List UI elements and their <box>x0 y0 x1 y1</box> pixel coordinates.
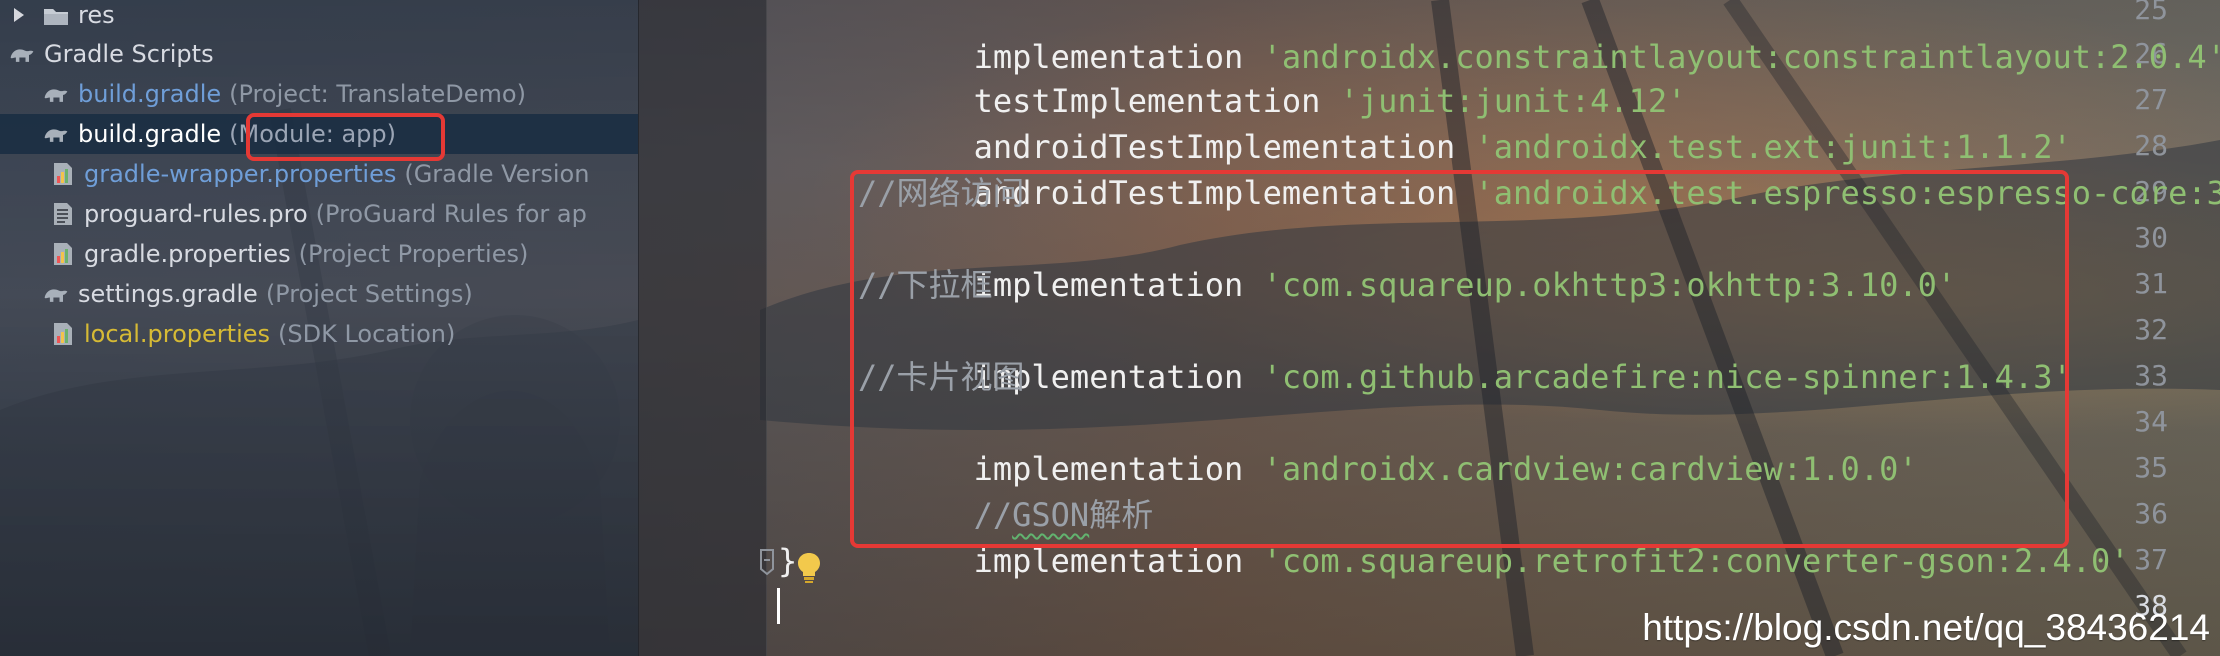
tree-item-gradle-wrapper-properties[interactable]: gradle-wrapper.properties (Gradle Versio… <box>0 154 638 194</box>
gradle-icon <box>44 89 68 102</box>
text-file-icon <box>54 203 72 225</box>
line-number: 32 <box>2134 313 2168 346</box>
line-number: 34 <box>2134 405 2168 438</box>
tree-item-label: local.properties <box>84 320 271 348</box>
lightbulb-icon[interactable] <box>795 550 823 584</box>
project-panel: res Gradle Scripts build.gradle (Project… <box>0 0 639 656</box>
line-number-gutter <box>638 0 767 656</box>
tree-item-hint: (Project Settings) <box>265 280 473 308</box>
tree-item-build-gradle-project[interactable]: build.gradle (Project: TranslateDemo) <box>0 74 638 114</box>
tree-item-label: gradle-wrapper.properties <box>84 160 397 188</box>
properties-file-icon <box>54 163 72 185</box>
expand-arrow-icon[interactable] <box>10 6 28 24</box>
tree-item-hint: (SDK Location) <box>278 320 456 348</box>
code-string: 'com.squareup.retrofit2:converter-gson:2… <box>1262 542 2130 580</box>
code-keyword: androidTestImplementation <box>973 174 1475 212</box>
line-number: 31 <box>2134 267 2168 300</box>
gradle-icon <box>44 129 68 142</box>
code-comment-line-29[interactable]: //网络访问 <box>858 170 1025 216</box>
tree-item-local-properties[interactable]: local.properties (SDK Location) <box>0 314 638 354</box>
tree-item-label: Gradle Scripts <box>44 40 214 68</box>
tree-item-label: settings.gradle <box>78 280 258 308</box>
tree-item-hint: (Project: TranslateDemo) <box>229 80 526 108</box>
properties-file-icon <box>54 243 72 265</box>
tree-item-hint: (Project Properties) <box>298 240 529 268</box>
tree-item-hint: (ProGuard Rules for ap <box>315 200 587 228</box>
tree-item-hint: (Module: app) <box>229 120 397 148</box>
code-comment-line-33[interactable]: //卡片视图 <box>858 354 1025 400</box>
folder-icon <box>44 9 68 25</box>
tree-item-label: build.gradle <box>78 120 222 148</box>
code-keyword: implementation <box>973 266 1263 304</box>
properties-file-icon <box>54 323 72 345</box>
tree-item-res[interactable]: res <box>0 0 638 35</box>
gradle-icon <box>10 49 34 62</box>
tree-item-proguard-rules[interactable]: proguard-rules.pro (ProGuard Rules for a… <box>0 194 638 234</box>
tree-item-settings-gradle[interactable]: settings.gradle (Project Settings) <box>0 274 638 314</box>
ide-screen: res Gradle Scripts build.gradle (Project… <box>0 0 2220 656</box>
fold-icon[interactable] <box>756 547 778 577</box>
tree-item-label: build.gradle <box>78 80 222 108</box>
tree-item-label: res <box>78 1 115 29</box>
tree-item-gradle-properties[interactable]: gradle.properties (Project Properties) <box>0 234 638 274</box>
tree-item-build-gradle-module[interactable]: build.gradle (Module: app) <box>0 114 638 154</box>
code-string: 'androidx.cardview:cardview:1.0.0' <box>1262 450 1918 488</box>
code-keyword: implementation <box>973 542 1263 580</box>
line-number: 33 <box>2134 359 2168 392</box>
code-editor[interactable]: 25 26 27 28 29 30 31 32 33 34 35 36 37 3… <box>638 0 2220 656</box>
line-number: 35 <box>2134 451 2168 484</box>
text-cursor <box>777 588 780 624</box>
gradle-icon <box>44 289 68 302</box>
code-string: 'androidx.test.espresso:espresso-core:3.… <box>1474 174 2220 212</box>
code-string: 'com.squareup.okhttp3:okhttp:3.10.0' <box>1262 266 1957 304</box>
tree-item-gradle-scripts[interactable]: Gradle Scripts <box>0 34 638 74</box>
tree-item-label: gradle.properties <box>84 240 291 268</box>
code-comment-line-31[interactable]: //下拉框 <box>858 262 993 308</box>
code-string: 'com.github.arcadefire:nice-spinner:1.4.… <box>1262 358 2072 396</box>
source-watermark: https://blog.csdn.net/qq_38436214 <box>1642 607 2210 648</box>
tree-item-hint: (Gradle Version <box>404 160 590 188</box>
tree-item-label: proguard-rules.pro <box>84 200 308 228</box>
